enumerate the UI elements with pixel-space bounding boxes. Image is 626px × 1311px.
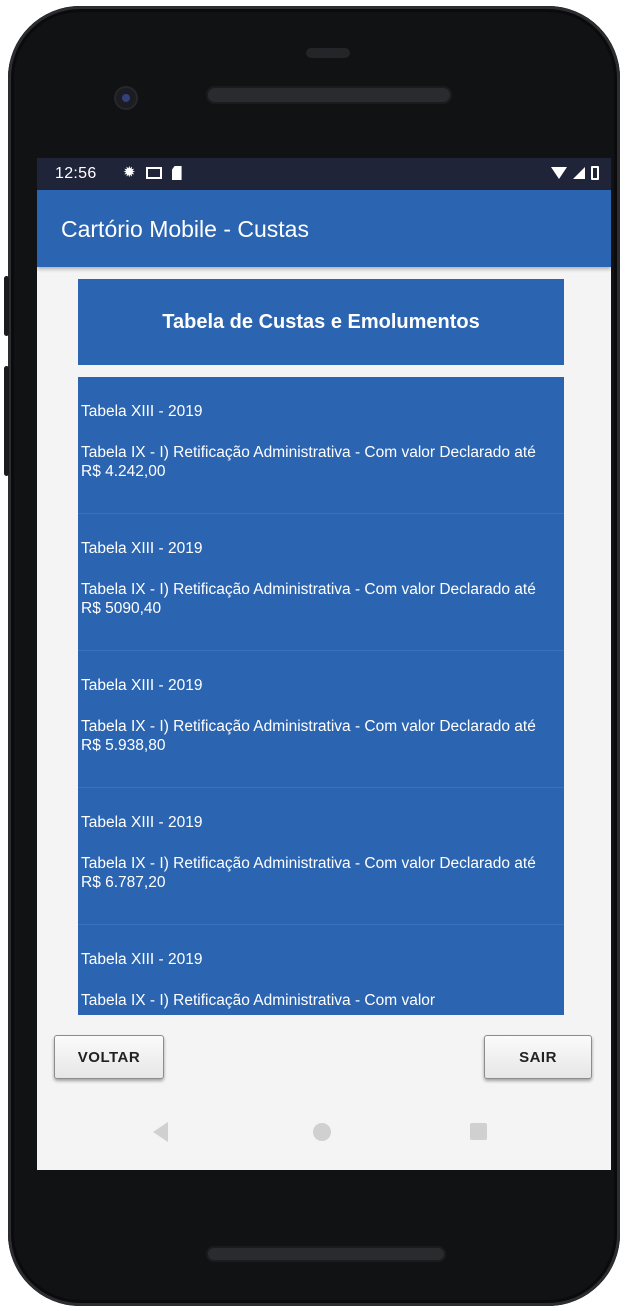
item-table-year: Tabela XIII - 2019 (81, 403, 203, 420)
volume-button (4, 276, 9, 336)
side-button (4, 366, 9, 476)
exit-button[interactable]: SAIR (484, 1035, 592, 1079)
status-time: 12:56 (55, 165, 97, 182)
item-table-year: Tabela XIII - 2019 (81, 540, 203, 557)
home-icon[interactable] (313, 1123, 331, 1141)
signal-icon (573, 167, 585, 179)
front-camera (116, 88, 136, 108)
list-item[interactable]: Tabela XIII - 2019 Tabela IX - I) Retifi… (78, 651, 564, 788)
screen: 12:56 ✹ Cartório Mobile - Custas Tabela … (37, 158, 611, 1170)
navigation-bar (37, 1103, 611, 1177)
bottom-speaker (206, 1246, 446, 1262)
gear-icon: ✹ (123, 164, 136, 181)
item-description: Tabela IX - I) Retificação Administrativ… (81, 444, 536, 480)
list-item[interactable]: Tabela XIII - 2019 Tabela IX - I) Retifi… (78, 377, 564, 514)
sd-card-icon (171, 166, 182, 180)
list-item[interactable]: Tabela XIII - 2019 Tabela IX - I) Retifi… (78, 925, 564, 1015)
battery-icon (591, 166, 599, 180)
app-title: Cartório Mobile - Custas (61, 216, 309, 242)
costs-list[interactable]: Tabela XIII - 2019 Tabela IX - I) Retifi… (78, 377, 564, 1015)
status-icons-right (551, 166, 599, 180)
wifi-icon (551, 167, 567, 179)
header-card: Tabela de Custas e Emolumentos (78, 279, 564, 365)
sensor (306, 48, 350, 58)
header-title: Tabela de Custas e Emolumentos (162, 310, 480, 333)
status-icons-left: ✹ (123, 165, 182, 181)
top-speaker (206, 86, 452, 104)
item-table-year: Tabela XIII - 2019 (81, 677, 203, 694)
list-item[interactable]: Tabela XIII - 2019 Tabela IX - I) Retifi… (78, 788, 564, 925)
back-button[interactable]: VOLTAR (54, 1035, 164, 1079)
item-description: Tabela IX - I) Retificação Administrativ… (81, 718, 536, 754)
item-description: Tabela IX - I) Retificação Administrativ… (81, 992, 436, 1009)
app-bar: Cartório Mobile - Custas (37, 190, 611, 267)
item-description: Tabela IX - I) Retificação Administrativ… (81, 581, 536, 617)
mail-icon (145, 167, 162, 179)
back-icon[interactable] (153, 1122, 168, 1142)
status-bar: 12:56 ✹ (37, 158, 611, 190)
item-table-year: Tabela XIII - 2019 (81, 814, 203, 831)
item-table-year: Tabela XIII - 2019 (81, 951, 203, 968)
item-description: Tabela IX - I) Retificação Administrativ… (81, 855, 536, 891)
recent-apps-icon[interactable] (470, 1123, 487, 1140)
list-item[interactable]: Tabela XIII - 2019 Tabela IX - I) Retifi… (78, 514, 564, 651)
